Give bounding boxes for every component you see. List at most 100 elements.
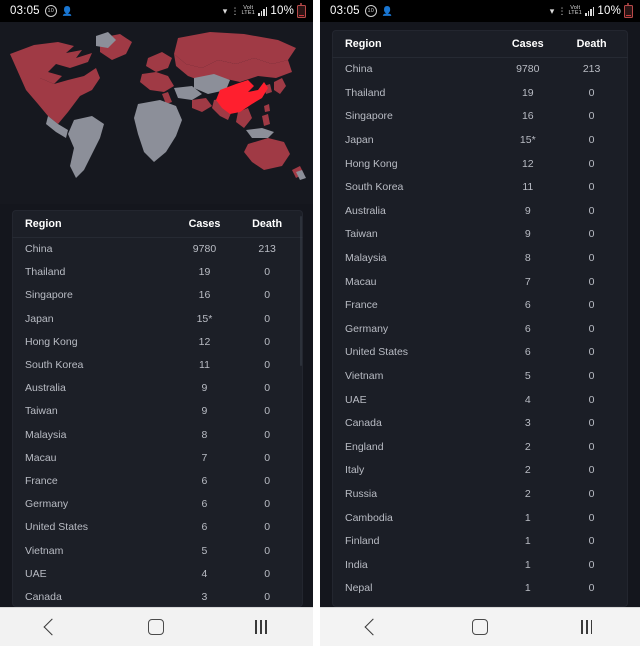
cell-cases: 16 <box>198 289 211 302</box>
table-row[interactable]: Australia 9 0 <box>12 377 303 400</box>
column-header-death[interactable]: Death <box>561 30 628 58</box>
cell-death: 0 <box>588 322 595 335</box>
cell-cases: 15* <box>519 134 536 147</box>
table-row[interactable]: Japan 15* 0 <box>12 307 303 330</box>
cell-cases: 11 <box>522 181 534 194</box>
table-row[interactable]: Macau 7 0 <box>12 446 303 469</box>
table-row[interactable]: Malaysia 8 0 <box>332 246 628 270</box>
table-row[interactable]: Malaysia 8 0 <box>12 423 303 446</box>
cell-death: 0 <box>588 417 595 430</box>
table-row[interactable]: Canada 3 0 <box>332 411 628 435</box>
cell-cases: 6 <box>201 474 208 487</box>
column-header-cases[interactable]: Cases <box>494 30 562 58</box>
cell-region: Germany <box>25 498 69 511</box>
table-row[interactable]: Cambodia 1 0 <box>332 506 628 530</box>
screenshot-divider <box>313 0 320 646</box>
cell-region: Japan <box>345 134 374 147</box>
cell-cases: 8 <box>201 428 208 441</box>
cell-region: United States <box>25 521 89 534</box>
battery-low-icon <box>624 3 633 18</box>
clock-time: 03:05 <box>10 5 40 17</box>
table-row[interactable]: Vietnam 5 0 <box>332 364 628 388</box>
cell-cases: 19 <box>521 86 534 99</box>
home-square-icon <box>148 619 165 635</box>
table-row[interactable]: Nepal 1 0 <box>332 577 628 601</box>
volte-line-2: LTE1 <box>241 10 255 16</box>
home-button[interactable] <box>452 608 508 646</box>
table-row[interactable]: Canada 3 0 <box>12 585 303 607</box>
cell-region: India <box>345 558 368 571</box>
cell-death: 0 <box>588 181 595 194</box>
cell-region: Macau <box>25 451 57 464</box>
volte-line-2: LTE1 <box>568 10 582 16</box>
table-row[interactable]: Taiwan 9 0 <box>332 223 628 247</box>
table-row[interactable]: India 1 0 <box>332 553 628 577</box>
table-row[interactable]: Philippines10 <box>332 600 628 607</box>
table-row[interactable]: Singapore 16 0 <box>332 105 628 129</box>
world-map[interactable] <box>0 22 313 204</box>
cell-cases: 2 <box>524 487 531 500</box>
table-row[interactable]: Finland 1 0 <box>332 529 628 553</box>
table-row[interactable]: United States 6 0 <box>332 341 628 365</box>
column-header-cases[interactable]: Cases <box>171 210 238 238</box>
vertical-scrollbar-left[interactable] <box>300 216 302 366</box>
region-table-card-left[interactable]: Region Cases Death China 9780 213 Thailand 1… <box>12 210 303 607</box>
back-button[interactable] <box>345 608 401 646</box>
home-button[interactable] <box>128 608 184 646</box>
table-row[interactable]: UAE 4 0 <box>332 388 628 412</box>
clock-time: 03:05 <box>330 5 360 17</box>
cell-death: 0 <box>264 474 271 487</box>
cell-cases: 7 <box>201 451 208 464</box>
table-row[interactable]: Germany 6 0 <box>12 493 303 516</box>
home-square-icon <box>471 619 488 635</box>
cell-cases: 4 <box>524 393 531 406</box>
table-row[interactable]: Russia 2 0 <box>332 482 628 506</box>
cell-region: England <box>345 440 384 453</box>
table-card-zone-left: Region Cases Death China 9780 213 Thailand 1… <box>0 204 313 607</box>
cell-cases: 6 <box>524 299 531 312</box>
table-row[interactable]: Hong Kong 12 0 <box>12 330 303 353</box>
table-row[interactable]: United States 6 0 <box>12 516 303 539</box>
cell-region: UAE <box>345 393 367 406</box>
table-row[interactable]: Italy 2 0 <box>332 459 628 483</box>
table-row[interactable]: Australia 9 0 <box>332 199 628 223</box>
table-row[interactable]: South Korea 11 0 <box>12 353 303 376</box>
table-row[interactable]: Taiwan 9 0 <box>12 400 303 423</box>
table-row[interactable]: Thailand 19 0 <box>332 81 628 105</box>
back-button[interactable] <box>24 608 80 646</box>
cell-region: China <box>25 243 53 256</box>
table-row[interactable]: England 2 0 <box>332 435 628 459</box>
table-row[interactable]: Macau 7 0 <box>332 270 628 294</box>
column-header-region[interactable]: Region <box>332 30 495 58</box>
table-row[interactable]: Vietnam 5 0 <box>12 539 303 562</box>
column-header-death[interactable]: Death <box>237 210 303 238</box>
table-header-right: Region Cases Death <box>332 30 628 58</box>
cell-region: Taiwan <box>345 228 378 241</box>
cell-death: 0 <box>264 335 271 348</box>
download-arrow-icon: ▾ <box>222 5 228 16</box>
cell-death: 0 <box>588 535 595 548</box>
table-row[interactable]: China 9780 213 <box>332 58 628 82</box>
table-row[interactable]: UAE 4 0 <box>12 562 303 585</box>
alarm-clock-icon: 10 <box>364 5 377 17</box>
cell-cases: 1 <box>524 582 531 595</box>
recents-button[interactable] <box>233 608 289 646</box>
cell-cases: 16 <box>521 110 534 123</box>
table-row[interactable]: Japan 15* 0 <box>332 128 628 152</box>
table-body-right: China 9780 213 Thailand 19 0 Singapore 16 0 Japan… <box>332 58 628 607</box>
cell-region: Philippines <box>332 600 494 607</box>
cell-region: Cambodia <box>345 511 393 524</box>
table-row[interactable]: France 6 0 <box>12 469 303 492</box>
recents-button[interactable] <box>559 608 615 646</box>
table-row[interactable]: South Korea 11 0 <box>332 175 628 199</box>
table-row[interactable]: France 6 0 <box>332 293 628 317</box>
table-row[interactable]: Thailand 19 0 <box>12 261 303 284</box>
cell-region: Nepal <box>345 582 373 595</box>
region-table-card-right[interactable]: Region Cases Death China 9780 213 Thailand 1… <box>332 30 628 607</box>
cell-death: 0 <box>588 487 595 500</box>
table-row[interactable]: China 9780 213 <box>12 238 303 261</box>
column-header-region[interactable]: Region <box>12 210 172 238</box>
table-row[interactable]: Hong Kong 12 0 <box>332 152 628 176</box>
table-row[interactable]: Singapore 16 0 <box>12 284 303 307</box>
table-row[interactable]: Germany 6 0 <box>332 317 628 341</box>
